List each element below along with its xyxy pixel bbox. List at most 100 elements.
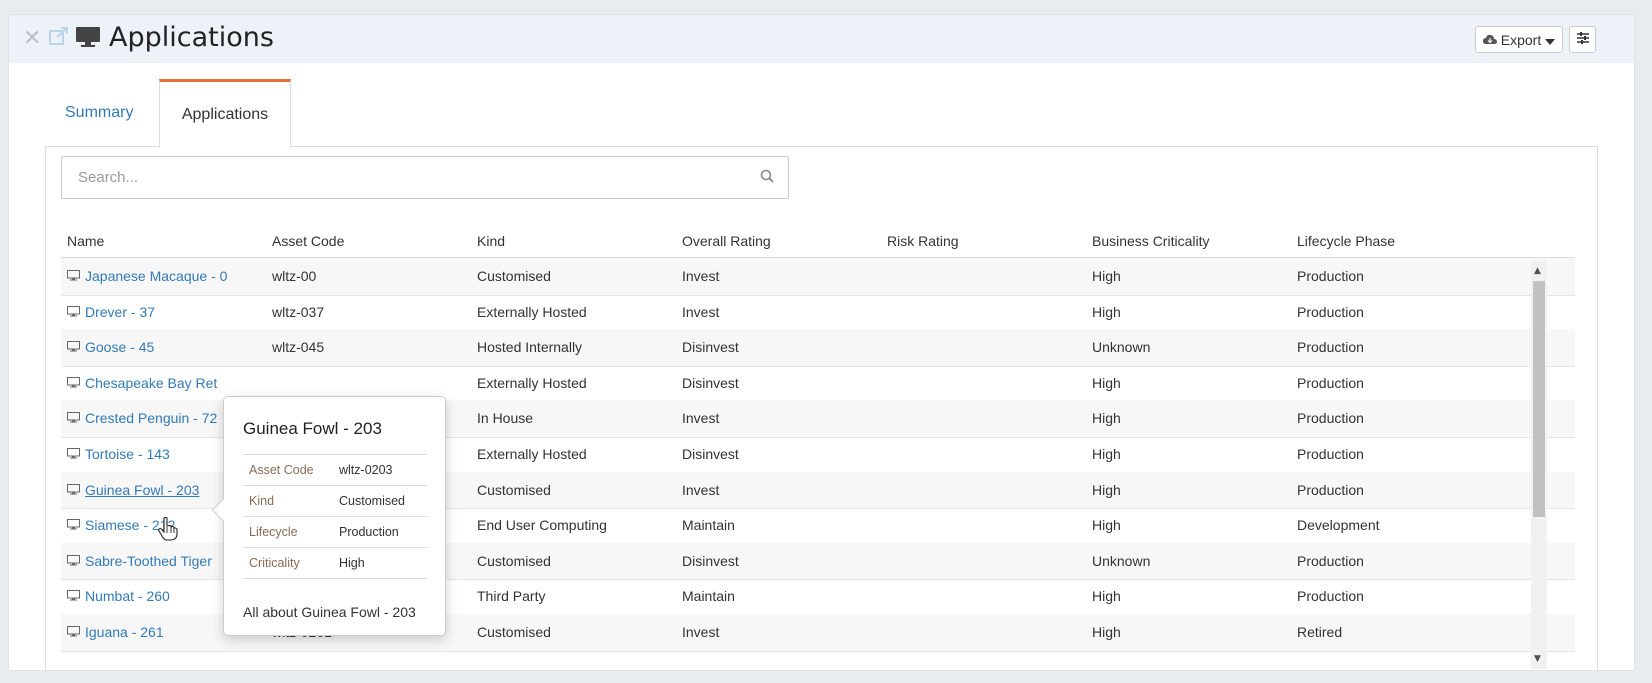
cell-overall-rating: Disinvest (682, 339, 739, 356)
cell-lifecycle-phase: Production (1297, 268, 1364, 284)
cell-business-criticality: Unknown (1092, 552, 1151, 569)
desktop-icon (67, 268, 80, 284)
application-link[interactable]: Goose - 45 (85, 339, 154, 355)
cell-lifecycle-phase: Production (1297, 481, 1364, 498)
cell-overall-rating: Maintain (682, 588, 735, 605)
desktop-icon (67, 410, 80, 426)
application-link[interactable]: Sabre-Toothed Tiger (85, 553, 212, 569)
cell-name: Numbat - 260 (67, 588, 170, 604)
cell-kind: Customised (477, 552, 551, 569)
cell-asset-code: wltz-00 (272, 268, 317, 284)
col-header-overall-rating[interactable]: Overall Rating (682, 233, 771, 249)
desktop-icon (67, 446, 80, 462)
applications-panel: ✕ Applications Export Summary Applicatio… (8, 14, 1635, 672)
popover-value: High (339, 556, 365, 570)
popover-title: Guinea Fowl - 203 (243, 419, 382, 438)
cell-lifecycle-phase: Production (1297, 410, 1364, 427)
hand-cursor-icon (158, 516, 178, 545)
desktop-icon (67, 588, 80, 604)
application-popover: Guinea Fowl - 203 Asset Code wltz-0203 K… (211, 396, 446, 636)
col-header-asset-code[interactable]: Asset Code (272, 233, 344, 249)
popover-key: Asset Code (249, 463, 314, 477)
scroll-up-arrow-icon[interactable]: ▲ (1534, 266, 1541, 276)
cell-business-criticality: High (1092, 374, 1121, 391)
scroll-thumb[interactable] (1533, 281, 1545, 517)
cell-business-criticality: High (1092, 446, 1121, 462)
desktop-icon (67, 482, 80, 498)
cell-kind: Externally Hosted (477, 446, 587, 462)
close-icon[interactable]: ✕ (23, 27, 41, 51)
popover-value: wltz-0203 (339, 463, 393, 477)
application-link[interactable]: Iguana - 261 (85, 624, 164, 640)
cell-lifecycle-phase: Production (1297, 374, 1364, 391)
cell-business-criticality: High (1092, 588, 1121, 605)
popover-row: Kind Customised (243, 486, 427, 517)
cell-kind: Customised (477, 481, 551, 498)
cell-overall-rating: Disinvest (682, 446, 739, 462)
desktop-icon (75, 26, 101, 52)
popover-row: Asset Code wltz-0203 (243, 455, 427, 486)
cell-name: Goose - 45 (67, 339, 154, 355)
cell-kind: In House (477, 410, 534, 427)
table-row[interactable]: Goose - 45 wltz-045 Hosted Internally Disin… (61, 329, 1575, 367)
caret-down-icon (1545, 32, 1556, 48)
desktop-icon (67, 553, 80, 569)
application-link[interactable]: Numbat - 260 (85, 588, 170, 604)
tab-summary[interactable]: Summary (45, 79, 153, 147)
grid-scrollbar[interactable]: ▲ ▼ (1531, 261, 1547, 669)
cloud-download-icon (1482, 32, 1497, 48)
application-link[interactable]: Drever - 37 (85, 304, 155, 320)
cell-business-criticality: Unknown (1092, 339, 1151, 356)
cell-business-criticality: High (1092, 481, 1121, 498)
cell-name: Drever - 37 (67, 304, 155, 320)
cell-lifecycle-phase: Production (1297, 552, 1364, 569)
cell-business-criticality: High (1092, 517, 1121, 534)
cell-business-criticality: High (1092, 624, 1121, 640)
cell-overall-rating: Maintain (682, 517, 735, 534)
cell-kind: Hosted Internally (477, 339, 583, 356)
application-link[interactable]: Japanese Macaque - 0 (85, 268, 227, 284)
share-icon[interactable] (49, 26, 69, 50)
search-icon[interactable] (760, 168, 774, 187)
application-link[interactable]: Crested Penguin - 72 (85, 410, 217, 426)
cell-name: Tortoise - 143 (67, 446, 170, 462)
search-input[interactable] (76, 168, 760, 187)
export-button[interactable]: Export (1475, 26, 1563, 53)
cell-lifecycle-phase: Production (1297, 339, 1364, 356)
cell-business-criticality: High (1092, 410, 1121, 427)
filter-button[interactable] (1569, 26, 1596, 53)
desktop-icon (67, 339, 80, 355)
application-link[interactable]: Guinea Fowl - 203 (85, 482, 199, 498)
col-header-lifecycle-phase[interactable]: Lifecycle Phase (1297, 233, 1395, 249)
cell-overall-rating: Disinvest (682, 374, 739, 391)
popover-key: Kind (249, 494, 275, 508)
cell-kind: Third Party (477, 588, 546, 605)
table-row[interactable]: Japanese Macaque - 0 wltz-00 Customised Inv… (61, 258, 1575, 296)
cell-lifecycle-phase: Production (1297, 588, 1364, 605)
application-link[interactable]: Tortoise - 143 (85, 446, 170, 462)
col-header-business-criticality[interactable]: Business Criticality (1092, 233, 1209, 249)
filter-icon (1576, 30, 1590, 49)
cell-overall-rating: Invest (682, 624, 720, 640)
col-header-risk-rating[interactable]: Risk Rating (887, 233, 959, 249)
application-link[interactable]: Chesapeake Bay Ret (85, 375, 217, 391)
popover-key: Lifecycle (249, 525, 298, 539)
cell-overall-rating: Invest (682, 268, 720, 284)
tab-applications[interactable]: Applications (159, 79, 291, 148)
cell-overall-rating: Invest (682, 410, 720, 427)
col-header-kind[interactable]: Kind (477, 233, 505, 249)
table-row[interactable]: Drever - 37 wltz-037 Externally Hosted Inve… (61, 294, 1575, 332)
cell-asset-code: wltz-037 (272, 303, 325, 320)
cell-name: Sabre-Toothed Tiger (67, 553, 212, 569)
export-label: Export (1500, 31, 1542, 48)
cell-name: Chesapeake Bay Ret (67, 375, 217, 391)
col-header-name[interactable]: Name (67, 233, 104, 249)
scroll-down-arrow-icon[interactable]: ▼ (1534, 654, 1541, 664)
popover-row: Criticality High (243, 548, 427, 579)
cell-overall-rating: Invest (682, 481, 720, 498)
grid-header: Name Asset Code Kind Overall Rating Risk… (61, 221, 1575, 258)
search-box (61, 156, 789, 199)
cell-name: Iguana - 261 (67, 624, 164, 640)
popover-footer: All about Guinea Fowl - 203 (243, 604, 416, 620)
cell-lifecycle-phase: Production (1297, 303, 1364, 320)
